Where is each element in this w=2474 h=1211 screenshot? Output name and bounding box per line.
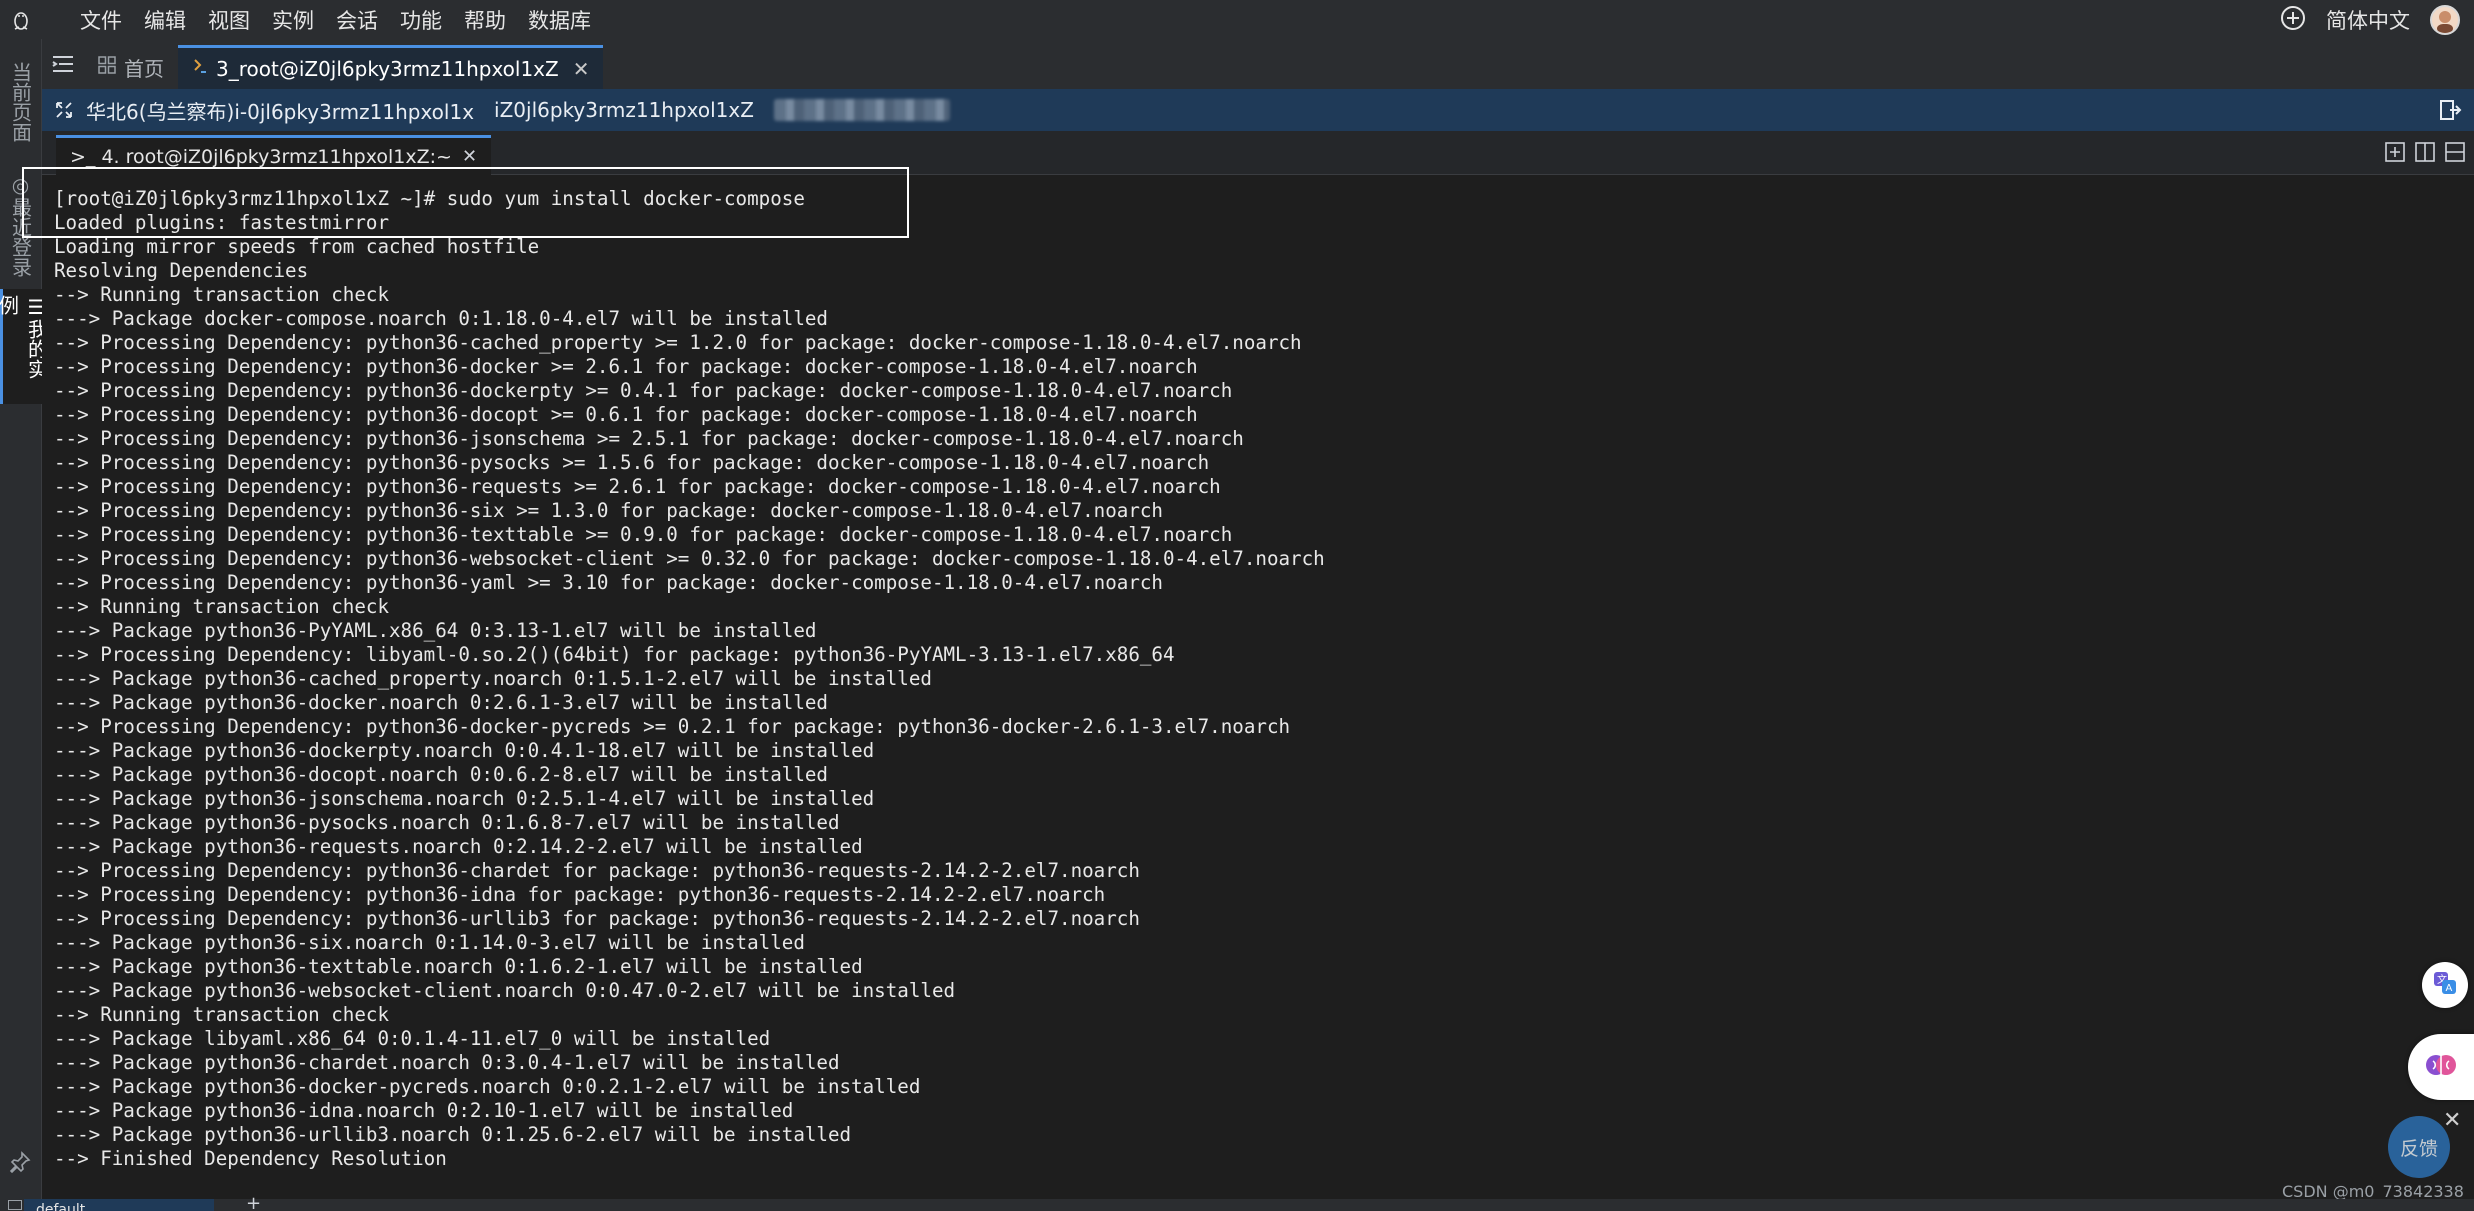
terminal-line: ---> Package python36-idna.noarch 0:2.10… (54, 1099, 794, 1122)
tab-label: 3_root@iZ0jl6pky3rmz11hpxol1xZ (216, 56, 559, 81)
penguin-icon[interactable] (0, 0, 42, 39)
terminal-line: ---> Package python36-texttable.noarch 0… (54, 955, 863, 978)
terminal-icon (192, 57, 208, 81)
tab-strip: 首页 3_root@iZ0jl6pky3rmz11hpxol1xZ ✕ (42, 39, 2474, 89)
terminal-line: --> Running transaction check (54, 595, 390, 618)
terminal-list-icon[interactable] (8, 1200, 22, 1210)
terminal-line: --> Processing Dependency: python36-webs… (54, 547, 1325, 570)
terminal-line: ---> Package python36-docker-pycreds.noa… (54, 1075, 921, 1098)
terminal-line: --> Running transaction check (54, 1003, 390, 1026)
tab-home[interactable]: 首页 (84, 45, 178, 89)
terminal-line: ---> Package python36-docker.noarch 0:2.… (54, 691, 828, 714)
highlight-box (22, 167, 909, 238)
brain-icon (2423, 1047, 2459, 1087)
terminal-line: ---> Package python36-websocket-client.n… (54, 979, 956, 1002)
menu-view[interactable]: 视图 (208, 5, 250, 35)
menu-database[interactable]: 数据库 (528, 5, 591, 35)
terminal-lines: [root@iZ0jl6pky3rmz11hpxol1xZ ~]# sudo y… (54, 187, 1325, 1171)
list-icon[interactable] (42, 39, 84, 89)
region-label: 华北6(乌兰察布)i-0jl6pky3rmz11hpxol1x (86, 99, 475, 124)
terminal-line: ---> Package python36-chardet.noarch 0:3… (54, 1051, 840, 1074)
add-circle-icon[interactable] (2280, 5, 2306, 35)
terminal-line: --> Processing Dependency: python36-pyso… (54, 451, 1210, 474)
terminal-line: --> Processing Dependency: python36-cach… (54, 331, 1302, 354)
terminal-line: --> Processing Dependency: python36-dock… (54, 355, 1198, 378)
expand-icon[interactable] (42, 101, 86, 119)
terminal-line: ---> Package python36-six.noarch 0:1.14.… (54, 931, 805, 954)
terminal-line: ---> Package python36-jsonschema.noarch … (54, 787, 875, 810)
redacted-ip (773, 99, 950, 121)
menu-instance[interactable]: 实例 (272, 5, 314, 35)
pin-icon[interactable] (9, 1151, 31, 1177)
terminal-line: ---> Package python36-docopt.noarch 0:0.… (54, 763, 828, 786)
host-bar: 华北6(乌兰察布)i-0jl6pky3rmz11hpxol1x iZ0jl6pk… (42, 89, 2474, 131)
sidebar-item-my-instances[interactable]: ☰我的实例 (0, 289, 49, 404)
close-icon[interactable]: ✕ (462, 146, 477, 167)
avatar[interactable] (2430, 4, 2460, 35)
terminal-line: Resolving Dependencies (54, 259, 309, 282)
feedback-button[interactable]: 反馈 (2388, 1116, 2450, 1178)
sidebar-item-current-page[interactable]: 当前页面 (0, 47, 42, 157)
grid-icon (98, 55, 116, 79)
split-vertical-icon[interactable] (2414, 141, 2436, 167)
terminal-tab-label: >_ 4. root@iZ0jl6pky3rmz11hpxol1xZ:~ (70, 145, 452, 168)
terminal-line: --> Processing Dependency: python36-json… (54, 427, 1244, 450)
new-terminal-icon[interactable] (2384, 141, 2406, 167)
terminal-line: ---> Package docker-compose.noarch 0:1.1… (54, 307, 828, 330)
language-selector[interactable]: 简体中文 (2326, 5, 2410, 35)
translate-button[interactable]: 文A (2422, 962, 2468, 1008)
menu-help[interactable]: 帮助 (464, 5, 506, 35)
terminal-line: --> Processing Dependency: python36-char… (54, 859, 1140, 882)
menu-session[interactable]: 会话 (336, 5, 378, 35)
terminal-line: Loading mirror speeds from cached hostfi… (54, 235, 540, 258)
terminal-line: --> Running transaction check (54, 283, 390, 306)
menu-bar: 文件 编辑 视图 实例 会话 功能 帮助 数据库 简体中文 (0, 0, 2474, 39)
terminal-line: --> Processing Dependency: python36-text… (54, 523, 1233, 546)
terminal-line: --> Processing Dependency: python36-urll… (54, 907, 1140, 930)
status-tab-default[interactable]: default (24, 1199, 214, 1211)
terminal-line: ---> Package python36-pysocks.noarch 0:1… (54, 811, 840, 834)
terminal-line: ---> Package libyaml.x86_64 0:0.1.4-11.e… (54, 1027, 771, 1050)
split-horizontal-icon[interactable] (2444, 141, 2466, 167)
terminal-line: --> Processing Dependency: python36-idna… (54, 883, 1106, 906)
tab-label: 首页 (124, 56, 164, 81)
status-bar: default + (0, 1193, 2474, 1211)
terminal-line: --> Processing Dependency: python36-six … (54, 499, 1163, 522)
menu-edit[interactable]: 编辑 (144, 5, 186, 35)
terminal-line: --> Processing Dependency: python36-doco… (54, 403, 1198, 426)
terminal-output[interactable]: [root@iZ0jl6pky3rmz11hpxol1xZ ~]# sudo y… (42, 175, 2474, 1199)
terminal-line: --> Processing Dependency: python36-dock… (54, 379, 1233, 402)
terminal-line: --> Processing Dependency: python36-dock… (54, 715, 1291, 738)
hostname-label: iZ0jl6pky3rmz11hpxol1xZ (494, 98, 754, 122)
terminal-line: ---> Package python36-PyYAML.x86_64 0:3.… (54, 619, 817, 642)
svg-text:A: A (2446, 983, 2453, 994)
exit-icon[interactable] (2438, 98, 2462, 126)
terminal-line: --> Processing Dependency: libyaml-0.so.… (54, 643, 1175, 666)
translate-icon: 文A (2431, 969, 2459, 1001)
terminal-line: --> Finished Dependency Resolution (54, 1147, 447, 1170)
terminal-line: ---> Package python36-cached_property.no… (54, 667, 932, 690)
add-tab-icon[interactable]: + (246, 1193, 261, 1211)
close-icon[interactable]: ✕ (573, 57, 590, 81)
ai-assistant-button[interactable] (2408, 1034, 2474, 1100)
terminal-line: ---> Package python36-dockerpty.noarch 0… (54, 739, 875, 762)
terminal-line: --> Processing Dependency: python36-requ… (54, 475, 1221, 498)
menu-file[interactable]: 文件 (80, 5, 122, 35)
close-icon[interactable]: ✕ (2443, 1108, 2461, 1133)
tab-session[interactable]: 3_root@iZ0jl6pky3rmz11hpxol1xZ ✕ (178, 45, 604, 89)
menu-function[interactable]: 功能 (400, 5, 442, 35)
terminal-line: ---> Package python36-requests.noarch 0:… (54, 835, 863, 858)
terminal-line: ---> Package python36-urllib3.noarch 0:1… (54, 1123, 852, 1146)
terminal-line: --> Processing Dependency: python36-yaml… (54, 571, 1163, 594)
